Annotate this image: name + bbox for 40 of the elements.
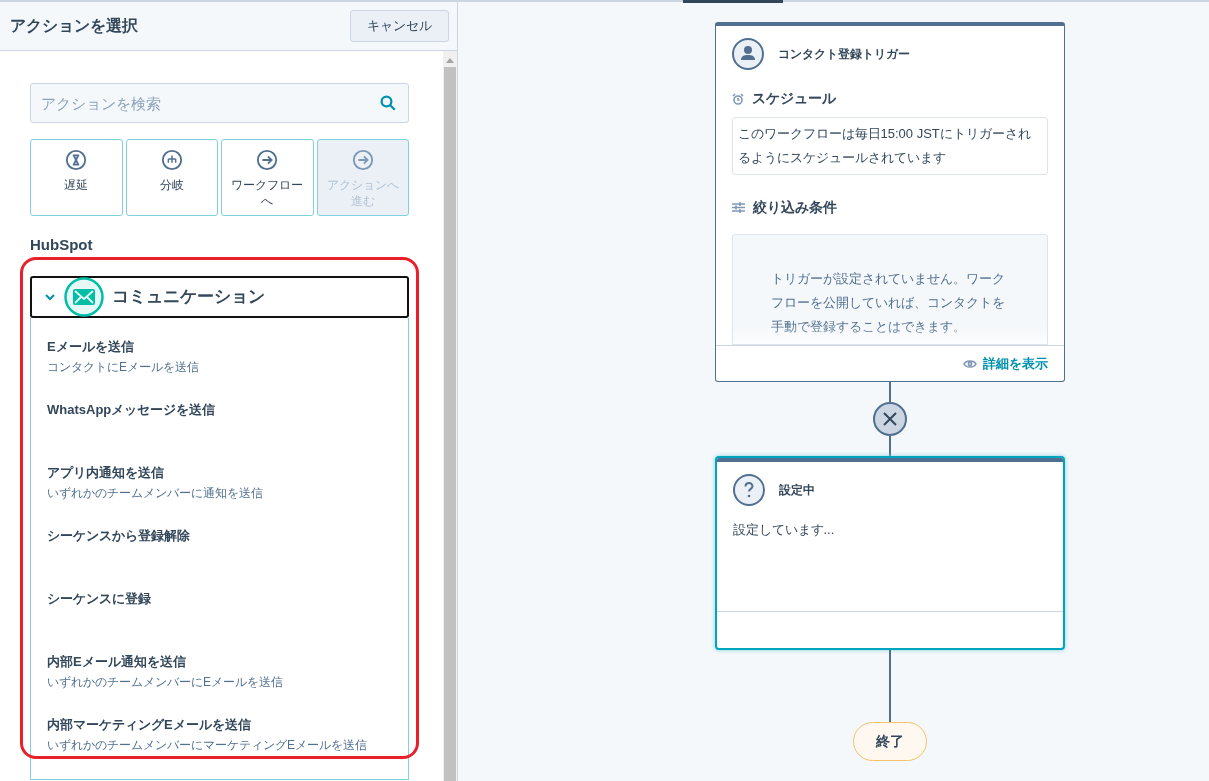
end-node: 終了 — [852, 722, 927, 761]
envelope-icon — [64, 276, 104, 317]
action-item[interactable]: アプリ内通知を送信 いずれかのチームメンバーに通知を送信 — [47, 461, 392, 525]
action-item[interactable]: 内部マーケティングEメールを送信 いずれかのチームメンバーにマーケティングEメールを送信 — [47, 713, 392, 777]
action-item[interactable]: 内部Eメール通知を送信 いずれかのチームメンバーにEメールを送信 — [47, 650, 392, 714]
trigger-title: コンタクト登録トリガー — [777, 46, 910, 63]
category-header[interactable]: コミュニケーション — [30, 275, 409, 318]
trigger-card[interactable]: コンタクト登録トリガー スケジュール このワークフローは毎日15:00 JSTにトリガーされるようにスケジュールされています 絞り込み条件 トリガーが設定されていません。ワークフローを公開していれば、コンタクトを手動で登録することはできます。 詳細を表示 — [714, 22, 1065, 382]
action-item[interactable]: Eメールを送信 コンタクトにEメールを送信 — [47, 335, 392, 399]
action-item[interactable]: シーケンスに登録 — [47, 587, 392, 651]
schedule-heading: スケジュール — [751, 89, 836, 108]
section-label: HubSpot — [30, 235, 93, 255]
search-icon — [379, 94, 397, 112]
action-item[interactable]: シーケンスから登録解除 — [47, 524, 392, 588]
filter-heading: 絞り込み条件 — [752, 198, 837, 217]
action-card-body: 設定しています... — [731, 521, 836, 539]
schedule-text: このワークフローは毎日15:00 JSTにトリガーされるようにスケジュールされています — [731, 117, 1048, 175]
view-details-link[interactable]: 詳細を表示 — [962, 353, 1048, 374]
quick-action-tile[interactable]: 分岐 — [125, 139, 218, 216]
eye-icon — [962, 358, 977, 369]
close-icon — [882, 412, 897, 426]
delete-node-button[interactable] — [872, 402, 907, 436]
person-icon — [731, 38, 764, 70]
panel-title: アクションを選択 — [10, 16, 138, 36]
cancel-button[interactable]: キャンセル — [350, 10, 449, 42]
arrow-right-icon — [256, 149, 279, 171]
filter-empty-text: トリガーが設定されていません。ワークフローを公開していれば、コンタクトを手動で登録することはできます。 — [770, 270, 1006, 336]
search-field[interactable]: アクションを検索 — [30, 83, 409, 123]
hourglass-icon — [65, 149, 88, 171]
action-item[interactable]: WhatsAppメッセージを送信 — [47, 398, 392, 462]
action-card[interactable]: 設定中 設定しています... — [714, 456, 1065, 650]
question-mark-icon — [732, 474, 765, 506]
quick-action-tile[interactable]: 遅延 — [30, 139, 123, 216]
alarm-clock-icon — [731, 92, 744, 105]
action-card-title: 設定中 — [778, 482, 815, 499]
scroll-up-arrow-icon — [446, 57, 454, 63]
arrow-right-icon — [351, 149, 374, 171]
branch-icon — [160, 149, 183, 171]
quick-action-tile[interactable]: ワークフローへ — [221, 139, 314, 216]
filter-sliders-icon — [731, 202, 745, 213]
